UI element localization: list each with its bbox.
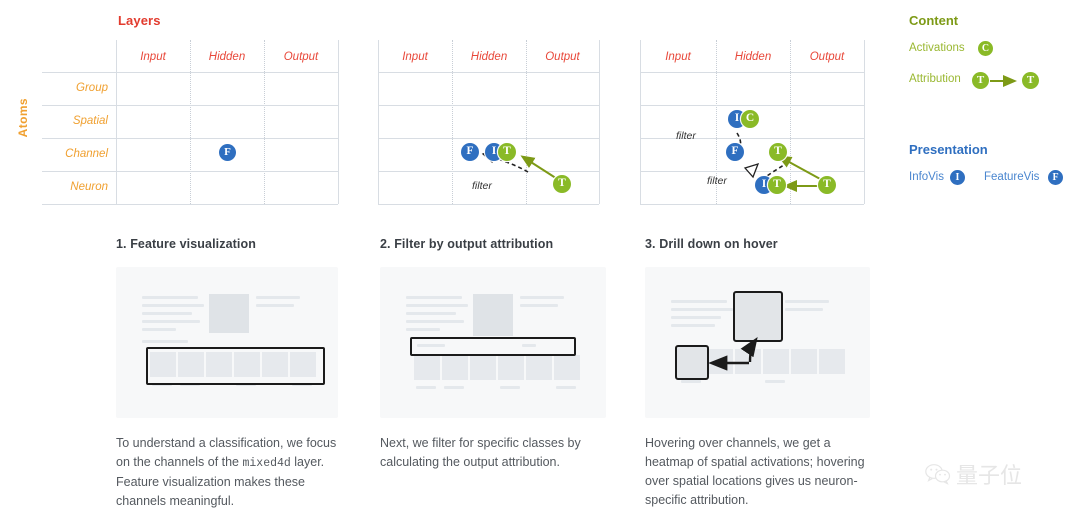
step-3-arrows (708, 337, 758, 371)
legend-badge-activations: C (978, 41, 993, 56)
legend-badge-attribution-to: T (1022, 72, 1039, 89)
step-1-body-code: mixed4d (242, 457, 291, 470)
legend-badge-featurevis: F (1048, 170, 1063, 185)
step-3-body-pre: Hovering over channels, we get a heatmap… (645, 436, 865, 507)
legend-label-featurevis: FeatureVis (984, 171, 1040, 183)
row-header-channel: Channel (65, 148, 108, 160)
grid-line (42, 72, 338, 73)
step-3-body: Hovering over channels, we get a heatmap… (645, 434, 870, 511)
grid-line (190, 40, 192, 204)
filter-label: filter (472, 180, 492, 192)
step-1-screenshot (116, 267, 338, 418)
highlight-filter-bar (410, 337, 576, 356)
badge-attribution: T (769, 143, 787, 161)
legend-label-activations: Activations (909, 42, 965, 54)
grid-line (42, 171, 338, 172)
grid-line (42, 105, 338, 106)
grid-line (264, 40, 266, 204)
watermark-text: 量子位 (956, 464, 1023, 489)
page-root: Layers Atoms Input Hidden Output Group S… (0, 0, 1080, 521)
matrices-title: Layers (118, 13, 161, 28)
grid-line (42, 204, 338, 205)
filter-label-upper: filter (676, 130, 696, 142)
column-header-input: Input (140, 51, 166, 63)
step-2-body: Next, we filter for specific classes by … (380, 434, 615, 473)
row-header-spatial: Spatial (72, 115, 108, 127)
legend-arrow-icon (990, 75, 1017, 87)
step-2-title: 2. Filter by output attribution (380, 237, 554, 251)
row-header-neuron: Neuron (70, 181, 108, 193)
legend-heading-presentation: Presentation (909, 142, 988, 157)
watermark: 量子位 (925, 458, 1022, 490)
atoms-axis-label: Atoms (16, 98, 30, 138)
legend-badge-infovis: I (950, 170, 965, 185)
grid-line (116, 40, 117, 204)
legend-badge-attribution-from: T (972, 72, 989, 89)
grid-line (338, 40, 339, 204)
badge-featurevis: F (461, 143, 479, 161)
step-3-title: 3. Drill down on hover (645, 237, 778, 251)
row-header-group: Group (76, 82, 108, 94)
matrix-2-annotations (481, 147, 563, 183)
step-3-screenshot (645, 267, 870, 418)
legend-label-attribution: Attribution (909, 73, 961, 85)
badge-attribution-output: T (818, 176, 836, 194)
wechat-icon (925, 464, 951, 485)
highlight-thumbnail-row (146, 347, 325, 385)
step-1-body: To understand a classification, we focus… (116, 434, 351, 511)
badge-attribution-neuron: T (768, 176, 786, 194)
step-2-screenshot (380, 267, 606, 418)
badge-featurevis: F (726, 143, 744, 161)
badge-attribution-output: T (553, 175, 571, 193)
column-header-hidden: Hidden (208, 51, 246, 63)
grid-line (42, 138, 338, 139)
badge-featurevis: F (219, 144, 236, 161)
badge-activations: C (741, 110, 759, 128)
filter-label-lower: filter (707, 175, 727, 187)
legend-heading-content: Content (909, 13, 959, 28)
column-header-output: Output (283, 51, 319, 63)
step-1-title: 1. Feature visualization (116, 237, 256, 251)
badge-attribution: T (498, 143, 516, 161)
step-2-body-pre: Next, we filter for specific classes by … (380, 436, 581, 469)
legend-label-infovis: InfoVis (909, 171, 944, 183)
